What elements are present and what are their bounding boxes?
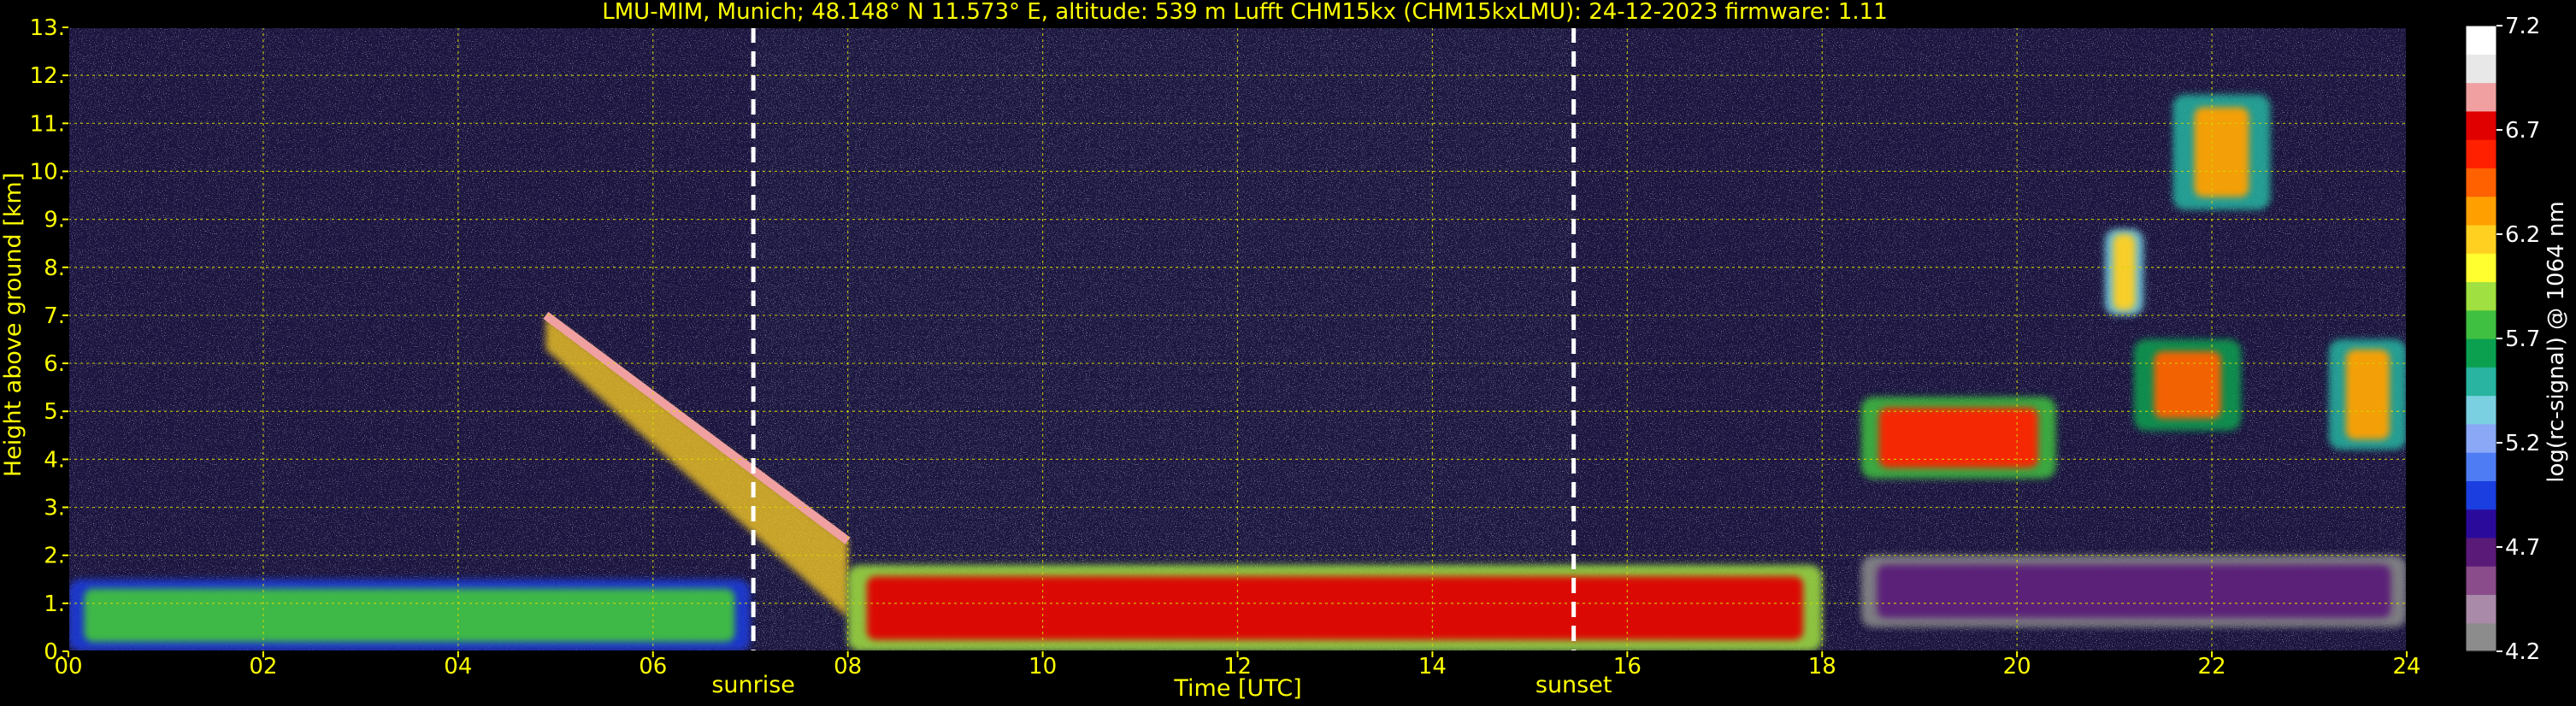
x-tick-label: 06	[639, 654, 667, 680]
sun-marker-label: sunrise	[711, 672, 795, 698]
y-tick-label: 4.	[44, 447, 65, 473]
y-tick-label: 11.	[30, 111, 65, 137]
colorbar-tick-label: 4.2	[2505, 639, 2540, 665]
cloud-feature-core	[1878, 407, 2038, 468]
chart-title: LMU-MIM, Munich; 48.148° N 11.573° E, al…	[602, 0, 1887, 25]
colorbar-swatch	[2466, 139, 2496, 168]
sun-marker-label: sunset	[1536, 672, 1612, 698]
colorbar-swatch	[2466, 110, 2496, 140]
cloud-feature-core	[2154, 351, 2221, 419]
colorbar-swatch	[2466, 82, 2496, 112]
colorbar-swatch	[2466, 423, 2496, 453]
colorbar-swatch	[2466, 26, 2496, 55]
colorbar-tick-label: 7.2	[2505, 14, 2540, 39]
cloud-feature-core	[2113, 233, 2136, 310]
colorbar: 4.2 4.7 5.2 5.7 6.2 6.7 7.2	[2465, 14, 2540, 665]
colorbar-swatch	[2466, 452, 2496, 481]
colorbar-swatch	[2466, 196, 2496, 226]
colorbar-tick-label: 4.7	[2505, 535, 2540, 561]
x-tick-label: 16	[1613, 654, 1642, 680]
colorbar-tick-label: 5.7	[2505, 327, 2540, 352]
y-tick-label: 9.	[44, 208, 65, 233]
colorbar-swatch	[2466, 168, 2496, 197]
colorbar-label: log(rc-signal) @ 1064 nm	[2544, 201, 2569, 482]
colorbar-swatch	[2466, 566, 2496, 596]
colorbar-tick-label: 6.2	[2505, 222, 2540, 248]
x-tick-label: 20	[2003, 654, 2031, 680]
colorbar-swatch	[2466, 309, 2496, 339]
y-tick-label: 0.	[44, 639, 65, 665]
colorbar-swatch	[2466, 54, 2496, 84]
colorbar-swatch	[2466, 622, 2496, 652]
y-tick-label: 5.	[44, 399, 65, 425]
cloud-feature-core	[84, 588, 735, 642]
y-tick-label: 8.	[44, 256, 65, 281]
x-axis-label: Time [UTC]	[1173, 675, 1301, 702]
x-tick-label: 08	[834, 654, 862, 680]
colorbar-swatch	[2466, 338, 2496, 368]
x-tick-label: 04	[444, 654, 472, 680]
colorbar-swatch	[2466, 480, 2496, 510]
colorbar-swatch	[2466, 281, 2496, 311]
x-tick-label: 14	[1418, 654, 1447, 680]
y-tick-label: 6.	[44, 351, 65, 377]
colorbar-swatch	[2466, 594, 2496, 624]
y-tick-label: 7.	[44, 303, 65, 329]
colorbar-swatch	[2466, 537, 2496, 567]
y-axis-label: Height above ground [km]	[0, 173, 27, 477]
y-tick-label: 1.	[44, 591, 65, 617]
cloud-feature-core	[866, 576, 1804, 640]
x-tick-label: 18	[1808, 654, 1836, 680]
colorbar-swatch	[2466, 224, 2496, 254]
cloud-feature-core	[1877, 564, 2391, 618]
cloud-feature-core	[2194, 107, 2249, 197]
ceilometer-chart: sunrise sunset 00 02 04 06 08 10 12 14 16 18 20 22 24…	[0, 0, 2569, 702]
x-tick-label: 22	[2198, 654, 2226, 680]
y-tick-label: 12.	[30, 63, 65, 89]
daytime-noise	[753, 27, 1574, 651]
colorbar-swatch	[2466, 367, 2496, 397]
colorbar-tick-label: 5.2	[2505, 431, 2540, 456]
y-tick-label: 13.	[30, 15, 65, 41]
x-tick-label: 10	[1029, 654, 1057, 680]
colorbar-swatch	[2466, 395, 2496, 425]
y-tick-label: 10.	[30, 159, 65, 185]
y-tick-label: 3.	[44, 496, 65, 521]
colorbar-swatch	[2466, 253, 2496, 283]
y-tick-label: 2.	[44, 544, 65, 569]
x-tick-label: 24	[2392, 654, 2420, 680]
x-tick-label: 02	[249, 654, 277, 680]
colorbar-tick-label: 6.7	[2505, 118, 2540, 144]
colorbar-swatch	[2466, 509, 2496, 538]
